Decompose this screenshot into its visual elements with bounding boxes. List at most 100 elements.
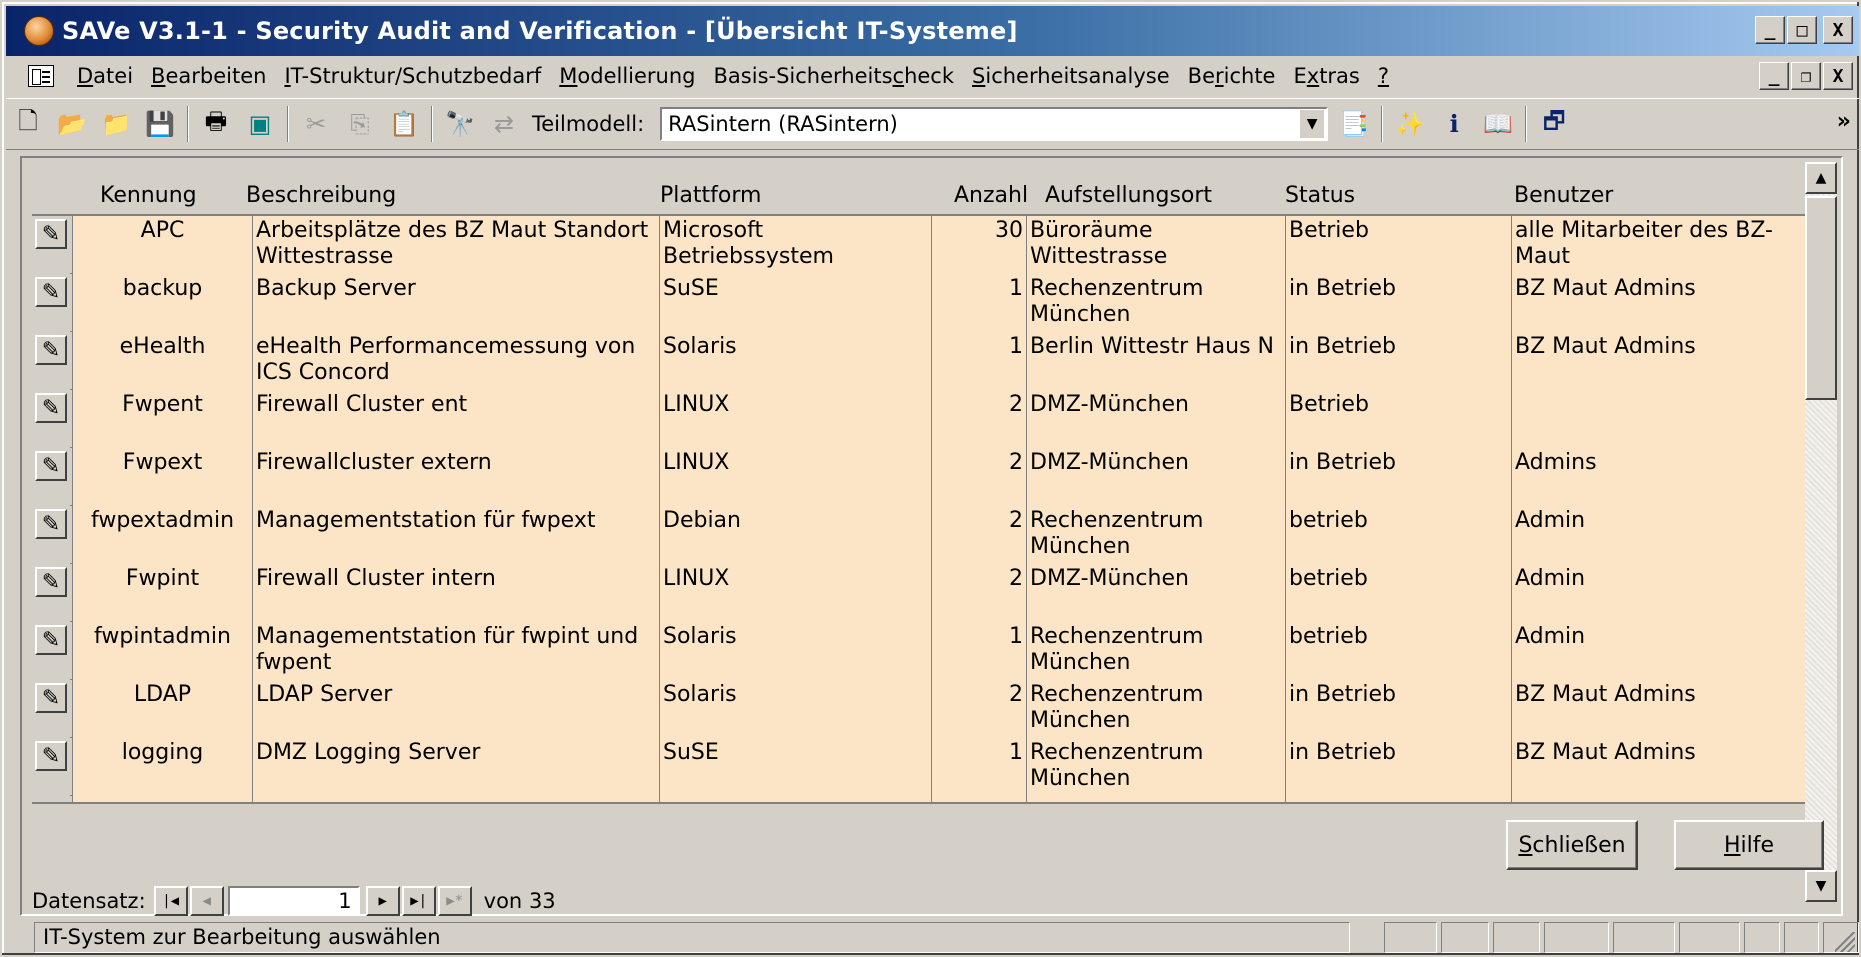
cell-benutzer[interactable]: BZ Maut Admins: [1511, 680, 1822, 738]
row-selector[interactable]: ✎: [32, 216, 70, 274]
table-row[interactable]: ✎ fwpintadmin Managementstation für fwpint…: [32, 622, 1822, 680]
table-row[interactable]: ✎ LDAP LDAP Server Solaris 2 Rechenzentrum Mü…: [32, 680, 1822, 738]
cell-plattform[interactable]: LINUX: [659, 448, 931, 506]
cell-anzahl[interactable]: 2: [931, 564, 1026, 622]
row-selector[interactable]: ✎: [32, 622, 70, 680]
new-record-button[interactable]: ▶*: [437, 886, 472, 916]
scrollbar-thumb[interactable]: [1805, 196, 1837, 400]
copy-icon[interactable]: ⎘: [344, 108, 376, 140]
cell-benutzer[interactable]: BZ Maut Admins: [1511, 738, 1822, 796]
chevron-down-icon[interactable]: ▼: [1300, 110, 1325, 138]
cell-benutzer[interactable]: Admin: [1511, 622, 1822, 680]
table-row[interactable]: ✎ APC Arbeitsplätze des BZ Maut Standort W…: [32, 216, 1822, 274]
table-row[interactable]: ✎ Fwpint Firewall Cluster intern LINUX 2 DMZ-…: [32, 564, 1822, 622]
col-header-anzahl[interactable]: Anzahl: [954, 183, 1028, 208]
menu-it-struktur[interactable]: IT-Struktur/Schutzbedarf: [275, 64, 550, 88]
print-preview-icon[interactable]: ▣: [244, 108, 276, 140]
cell-plattform[interactable]: LINUX: [659, 390, 931, 448]
open-folder-icon[interactable]: 📂: [56, 108, 88, 140]
paste-icon[interactable]: 📋: [388, 108, 420, 140]
cell-kennung[interactable]: logging: [72, 738, 252, 796]
cell-kennung[interactable]: fwpextadmin: [72, 506, 252, 564]
cell-beschreibung[interactable]: Arbeitsplätze des BZ Maut Standort Witte…: [252, 216, 659, 274]
table-row[interactable]: ✎ fwpextadmin Managementstation für fwpext…: [32, 506, 1822, 564]
maximize-button[interactable]: □: [1787, 16, 1817, 44]
table-row[interactable]: ✎ Fwpent Firewall Cluster ent LINUX 2 DMZ-Mün…: [32, 390, 1822, 448]
cell-anzahl[interactable]: 2: [931, 506, 1026, 564]
cell-benutzer[interactable]: Admins: [1511, 448, 1822, 506]
cell-anzahl[interactable]: 30: [931, 216, 1026, 274]
pencil-icon[interactable]: ✎: [35, 509, 67, 539]
help-button[interactable]: Hilfe: [1674, 820, 1824, 870]
find-binoculars-icon[interactable]: 🔭: [444, 108, 476, 140]
cell-plattform[interactable]: SuSE: [659, 738, 931, 796]
mdi-minimize-button[interactable]: _: [1759, 62, 1789, 90]
table-row[interactable]: ✎ backup Backup Server SuSE 1 Rechenzentrum M…: [32, 274, 1822, 332]
cell-kennung[interactable]: Fwpent: [72, 390, 252, 448]
cell-status[interactable]: in Betrieb: [1285, 680, 1511, 738]
cut-icon[interactable]: ✂: [300, 108, 332, 140]
cell-status[interactable]: betrieb: [1285, 506, 1511, 564]
cell-beschreibung[interactable]: Managementstation für fwpext: [252, 506, 659, 564]
cell-benutzer[interactable]: BZ Maut Admins: [1511, 332, 1822, 390]
print-icon[interactable]: 🖶: [200, 107, 232, 140]
row-selector[interactable]: ✎: [32, 274, 70, 332]
menu-extras[interactable]: Extras: [1284, 64, 1368, 88]
cell-plattform[interactable]: Solaris: [659, 622, 931, 680]
cell-beschreibung[interactable]: LDAP Server: [252, 680, 659, 738]
menu-help[interactable]: ?: [1369, 64, 1398, 88]
cell-kennung[interactable]: Fwpext: [72, 448, 252, 506]
folder-up-icon[interactable]: 📁: [100, 108, 132, 140]
pencil-icon[interactable]: ✎: [35, 451, 67, 481]
previous-record-button[interactable]: ◀: [189, 886, 224, 916]
cell-anzahl[interactable]: 1: [931, 738, 1026, 796]
row-selector[interactable]: [32, 792, 70, 802]
cell-kennung[interactable]: LDAP: [72, 680, 252, 738]
first-record-button[interactable]: |◀: [153, 886, 188, 916]
mdi-child-icon[interactable]: [28, 65, 54, 87]
cell-anzahl[interactable]: 1: [931, 332, 1026, 390]
table-row[interactable]: ✎ logging DMZ Logging Server SuSE 1 Rechenzen…: [32, 738, 1822, 796]
cell-aufstellungsort[interactable]: Rechenzentrum München: [1026, 622, 1285, 680]
cell-aufstellungsort[interactable]: Rechenzentrum München: [1026, 274, 1285, 332]
new-document-icon[interactable]: 🗋: [12, 107, 44, 140]
col-header-status[interactable]: Status: [1285, 183, 1355, 208]
row-selector[interactable]: ✎: [32, 448, 70, 506]
cell-benutzer[interactable]: Admin: [1511, 564, 1822, 622]
menu-datei[interactable]: Datei: [68, 64, 142, 88]
cell-beschreibung[interactable]: Firewall Cluster intern: [252, 564, 659, 622]
cell-benutzer[interactable]: [1511, 390, 1822, 448]
cell-aufstellungsort[interactable]: DMZ-München: [1026, 390, 1285, 448]
table-row[interactable]: ✎ Fwpext Firewallcluster extern LINUX 2 DMZ-M…: [32, 448, 1822, 506]
menu-berichte[interactable]: Berichte: [1179, 64, 1285, 88]
row-selector[interactable]: ✎: [32, 680, 70, 738]
cell-status[interactable]: betrieb: [1285, 564, 1511, 622]
save-icon[interactable]: 💾: [144, 108, 176, 140]
record-number-input[interactable]: 1: [227, 886, 360, 916]
cell-plattform[interactable]: LINUX: [659, 564, 931, 622]
pencil-icon[interactable]: ✎: [35, 741, 67, 771]
menu-basis-sicherheitscheck[interactable]: Basis-Sicherheitscheck: [705, 64, 964, 88]
col-header-beschreibung[interactable]: Beschreibung: [246, 183, 396, 208]
replace-icon[interactable]: ⇄: [488, 108, 520, 140]
title-bar[interactable]: SAVe V3.1-1 - Security Audit and Verific…: [6, 6, 1859, 56]
cell-aufstellungsort[interactable]: Rechenzentrum München: [1026, 680, 1285, 738]
row-selector[interactable]: ✎: [32, 738, 70, 796]
pencil-icon[interactable]: ✎: [35, 219, 67, 249]
cell-plattform[interactable]: Microsoft Betriebssystem: [659, 216, 931, 274]
cell-aufstellungsort[interactable]: Berlin Wittestr Haus N: [1026, 332, 1285, 390]
cell-beschreibung[interactable]: Managementstation für fwpint und fwpent: [252, 622, 659, 680]
last-record-button[interactable]: ▶|: [401, 886, 436, 916]
cell-plattform[interactable]: Solaris: [659, 332, 931, 390]
table-row[interactable]: ✎ eHealth eHealth Performancemessung von I…: [32, 332, 1822, 390]
cell-beschreibung[interactable]: Firewallcluster extern: [252, 448, 659, 506]
cell-aufstellungsort[interactable]: Rechenzentrum München: [1026, 506, 1285, 564]
row-selector[interactable]: ✎: [32, 506, 70, 564]
row-selector[interactable]: ✎: [32, 564, 70, 622]
book-icon[interactable]: 📖: [1482, 108, 1514, 140]
cell-benutzer[interactable]: Admin: [1511, 506, 1822, 564]
vertical-scrollbar[interactable]: ▲ ▼: [1805, 162, 1837, 902]
cell-aufstellungsort[interactable]: Rechenzentrum München: [1026, 738, 1285, 796]
row-selector[interactable]: ✎: [32, 390, 70, 448]
next-record-button[interactable]: ▶: [365, 886, 400, 916]
